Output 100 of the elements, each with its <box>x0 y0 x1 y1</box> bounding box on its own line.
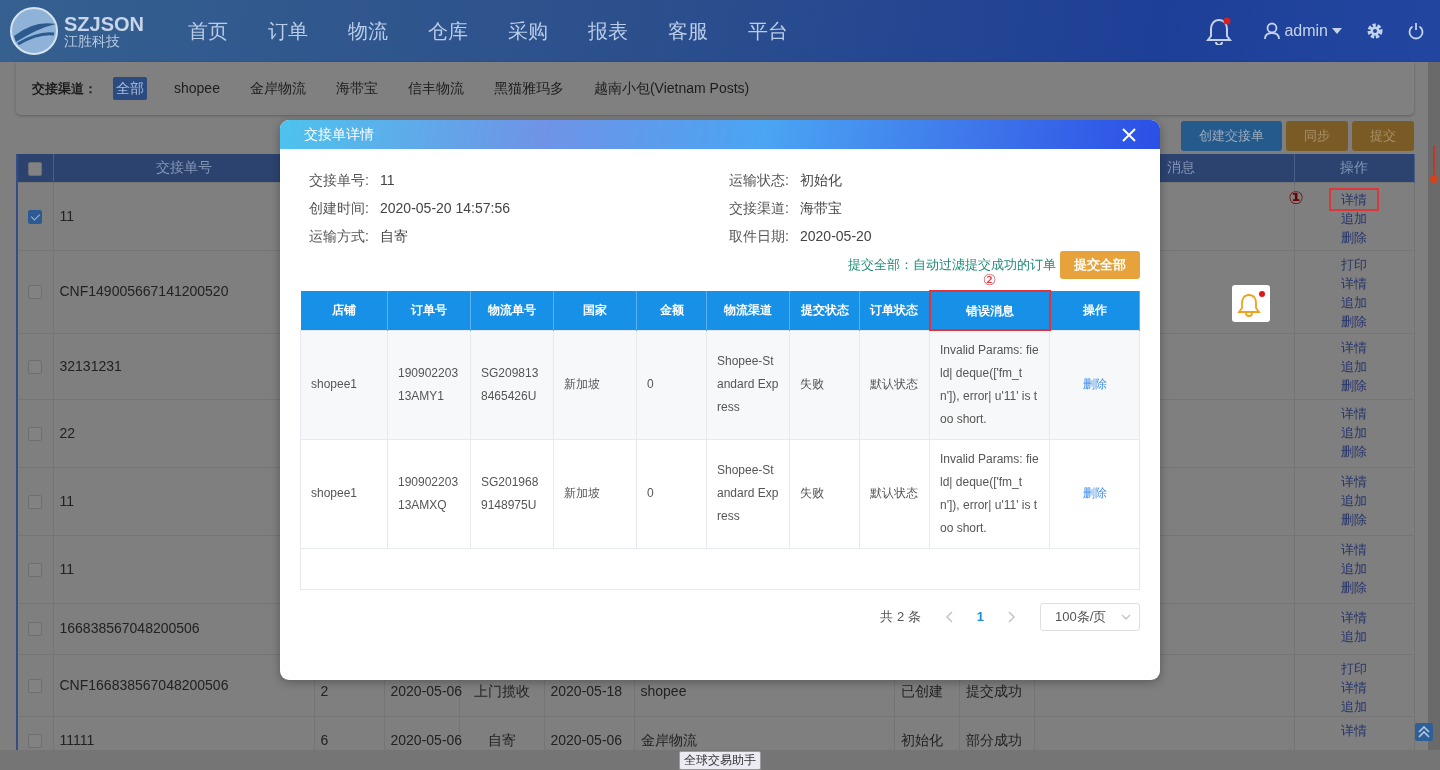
nav-link[interactable]: 采购 <box>488 16 569 46</box>
field-value: 2020-05-20 <box>800 227 872 246</box>
page-size-select[interactable]: 100条/页 <box>1040 602 1140 631</box>
delete-link[interactable]: 删除 <box>1082 486 1107 500</box>
action-link[interactable]: 打印 <box>1331 658 1377 678</box>
action-link[interactable]: 打印 <box>1331 254 1377 274</box>
table-cell: 0 <box>647 486 654 500</box>
column-header: 交接单号 <box>155 159 212 176</box>
channel-filter[interactable]: 黑猫雅玛多 <box>490 77 567 100</box>
caret-icon <box>1332 28 1342 34</box>
action-link[interactable]: 追加 <box>1331 490 1377 510</box>
action-link[interactable]: 详情 <box>1331 539 1377 559</box>
nav-link[interactable]: 平台 <box>728 16 809 46</box>
page-number[interactable]: 1 <box>976 606 984 627</box>
table-cell: 自寄 <box>487 731 516 748</box>
table-cell: shopee1 <box>311 486 358 500</box>
field-value: 初始化 <box>800 171 842 190</box>
select-all-checkbox[interactable] <box>28 161 43 176</box>
action-link[interactable]: 追加 <box>1331 626 1377 646</box>
table-cell: shopee <box>640 682 687 699</box>
table-cell: 上门揽收 <box>473 682 530 699</box>
table-cell: 2 <box>320 682 329 699</box>
nav-link[interactable]: 首页 <box>168 16 249 46</box>
user-icon <box>1264 22 1281 40</box>
field-value: 11 <box>380 171 395 190</box>
action-link[interactable]: 删除 <box>1331 441 1377 461</box>
table-cell: 2020-05-06 <box>390 731 463 748</box>
table-cell: CNF149005667141200520 <box>59 283 229 299</box>
column-header: 操作 <box>1340 159 1368 176</box>
action-link[interactable]: 详情 <box>1331 337 1377 357</box>
bell-notification-icon[interactable] <box>1206 17 1233 45</box>
nav-link[interactable]: 报表 <box>568 16 649 46</box>
table-cell: 11111 <box>59 731 95 748</box>
channel-filter[interactable]: 海带宝 <box>332 77 381 100</box>
action-link[interactable]: 详情 <box>1331 403 1377 423</box>
power-icon[interactable] <box>1408 22 1424 40</box>
table-cell: 11 <box>59 560 75 577</box>
nav-link[interactable]: 仓库 <box>408 16 489 46</box>
channel-filter[interactable]: 全部 <box>113 77 147 100</box>
nav-link[interactable]: 客服 <box>648 16 729 46</box>
table-cell: 6 <box>320 731 329 748</box>
user-menu[interactable]: admin <box>1264 19 1342 43</box>
action-link[interactable]: 删除 <box>1331 577 1377 597</box>
table-cell: 默认状态 <box>870 377 918 391</box>
column-header: 消息 <box>1166 159 1195 176</box>
hint-text: 提交全部：自动过滤提交成功的订单 <box>848 256 1056 274</box>
action-link[interactable]: 追加 <box>1331 208 1377 228</box>
table-cell: 提交成功 <box>965 682 1022 699</box>
action-link[interactable]: 追加 <box>1331 558 1377 578</box>
action-link[interactable]: 追加 <box>1331 292 1377 312</box>
annotation-number: ① <box>1288 188 1304 207</box>
table-cell: 2020-05-06 <box>390 682 463 699</box>
table-cell: 166838567048200506 <box>59 620 200 636</box>
column-header: 订单状态 <box>859 291 930 330</box>
nav-link[interactable]: 订单 <box>248 16 329 46</box>
delete-link[interactable]: 删除 <box>1082 377 1107 391</box>
action-link[interactable]: 删除 <box>1331 311 1377 331</box>
channel-filter[interactable]: 金岸物流 <box>246 77 309 100</box>
table-cell: CNF166838567048200506 <box>59 676 229 693</box>
action-link[interactable]: 追加 <box>1331 422 1377 442</box>
chevron-right-icon[interactable] <box>1008 610 1016 623</box>
annotation-number: ② <box>981 271 998 290</box>
settings-icon[interactable] <box>1366 22 1384 40</box>
nav-link[interactable]: 物流 <box>328 16 409 46</box>
channel-filter[interactable]: 越南小包(Vietnam Posts) <box>590 77 753 100</box>
toolbar-button[interactable]: 提交 <box>1352 121 1414 151</box>
field-label: 取件日期: <box>729 227 790 246</box>
action-link[interactable]: 删除 <box>1331 227 1377 247</box>
close-icon[interactable] <box>1122 127 1136 142</box>
field-label: 交接单号: <box>309 171 370 190</box>
action-link[interactable]: 详情 <box>1331 471 1377 491</box>
total-count: 共 2 条 <box>880 607 921 626</box>
table-cell: 2020-05-18 <box>550 682 623 699</box>
submit-all-button[interactable]: 提交全部 <box>1060 251 1140 279</box>
action-link[interactable]: 删除 <box>1331 375 1377 395</box>
toolbar-button[interactable]: 同步 <box>1286 121 1348 151</box>
toolbar-button[interactable]: 创建交接单 <box>1181 121 1282 151</box>
chevron-left-icon[interactable] <box>944 610 953 623</box>
action-link[interactable]: 追加 <box>1331 696 1377 716</box>
column-header: 操作 <box>1049 291 1140 330</box>
row-checkbox[interactable] <box>28 209 43 224</box>
logo-icon <box>8 6 60 56</box>
action-link[interactable]: 详情 <box>1331 607 1377 627</box>
table-cell: 2020-05-06 <box>550 731 623 748</box>
scroll-to-top-button[interactable] <box>1415 723 1433 741</box>
assistant-label[interactable]: 全球交易助手 <box>679 751 761 770</box>
action-link[interactable]: 详情 <box>1331 720 1377 740</box>
column-header: 国家 <box>553 291 637 330</box>
action-link[interactable]: 详情 <box>1331 677 1377 697</box>
bell-notification-icon <box>1236 289 1266 318</box>
action-link[interactable]: 详情 <box>1331 273 1377 293</box>
channel-filter[interactable]: shopee <box>171 77 223 100</box>
channel-filter[interactable]: 信丰物流 <box>404 77 467 100</box>
action-link[interactable]: 详情 <box>1331 189 1377 209</box>
filter-label: 交接渠道： <box>32 79 97 98</box>
double-chevron-up-icon <box>1418 726 1430 738</box>
table-cell: Shopee-Standard Express <box>717 463 779 523</box>
action-link[interactable]: 追加 <box>1331 356 1377 376</box>
action-link[interactable]: 删除 <box>1331 509 1377 529</box>
notification-button[interactable] <box>1232 285 1270 322</box>
